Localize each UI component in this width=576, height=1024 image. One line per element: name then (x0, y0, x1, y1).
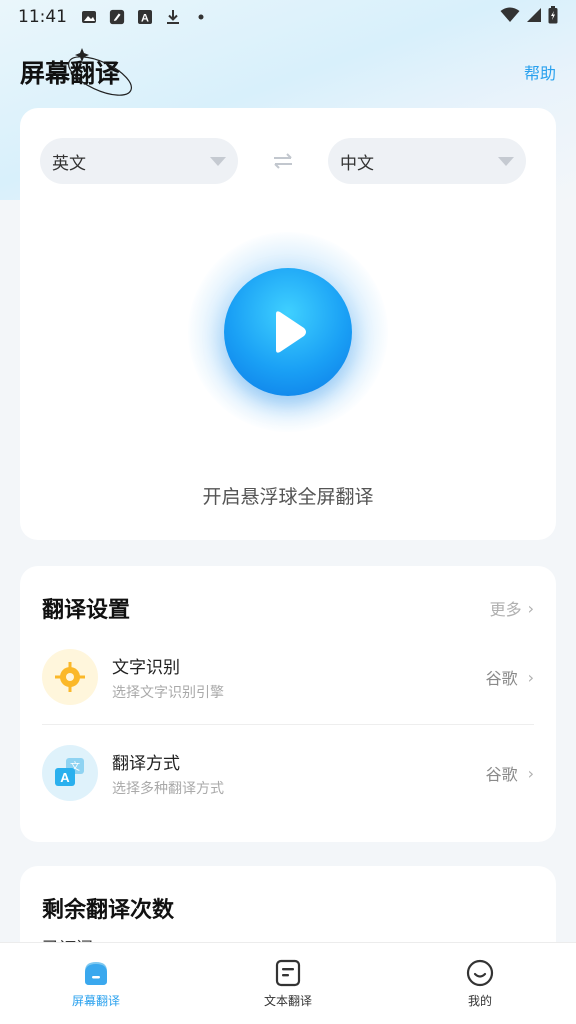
page-title: 屏幕翻译 (20, 48, 132, 96)
signal-icon (526, 7, 542, 27)
chevron-right-icon: › (527, 598, 534, 618)
status-time: 11:41 (18, 7, 67, 27)
setting-text-method: 翻译方式 选择多种翻译方式 (112, 749, 224, 798)
dot-icon (193, 9, 209, 25)
app-header: 屏幕翻译 帮助 (20, 48, 556, 96)
main-translate-card: 英文 中文 开启悬浮球全屏翻译 (20, 108, 556, 540)
edit-icon (109, 9, 125, 25)
setting-value-text: 谷歌 (485, 765, 518, 784)
play-button[interactable] (224, 268, 352, 396)
ocr-target-icon (42, 649, 98, 705)
main-caption: 开启悬浮球全屏翻译 (202, 486, 374, 508)
help-link[interactable]: 帮助 (524, 60, 556, 84)
nav-text-translate[interactable]: 文本翻译 (192, 943, 384, 1024)
more-link[interactable]: 更多 › (490, 596, 534, 620)
setting-subtitle: 选择文字识别引擎 (112, 684, 224, 701)
swap-languages-button[interactable] (238, 152, 328, 170)
setting-title: 文字识别 (112, 657, 180, 678)
translate-method-icon: 文 A (42, 745, 98, 801)
system-icons (500, 6, 558, 28)
setting-row-ocr[interactable]: 文字识别 选择文字识别引擎 谷歌 › (42, 646, 534, 708)
target-language-label: 中文 (340, 153, 374, 174)
title-orbit-decoration (68, 48, 132, 96)
bottom-navigation: 屏幕翻译 文本翻译 我的 (0, 942, 576, 1024)
source-language-select[interactable]: 英文 (40, 138, 238, 184)
setting-text-ocr: 文字识别 选择文字识别引擎 (112, 653, 224, 702)
chevron-right-icon: › (527, 763, 534, 783)
target-language-select[interactable]: 中文 (328, 138, 526, 184)
language-selector-row: 英文 中文 (40, 138, 526, 184)
source-language-label: 英文 (52, 153, 86, 174)
nav-label: 我的 (467, 994, 492, 1008)
svg-text:A: A (141, 13, 149, 25)
chevron-right-icon: › (527, 667, 534, 687)
remaining-title: 剩余翻译次数 (42, 898, 175, 923)
settings-header: 翻译设置 更多 › (42, 592, 534, 624)
setting-row-method[interactable]: 文 A 翻译方式 选择多种翻译方式 谷歌 › (42, 742, 534, 804)
download-icon (165, 9, 181, 25)
nav-label: 文本翻译 (263, 994, 312, 1008)
settings-title: 翻译设置 (42, 598, 131, 623)
battery-icon (548, 6, 558, 28)
setting-value-text: 谷歌 (485, 669, 518, 688)
translate-settings-card: 翻译设置 更多 › 文字识别 选择文字识别引擎 谷歌 › 文 A 翻译方式 选择… (20, 566, 556, 842)
caret-down-icon (498, 156, 514, 166)
setting-value: 谷歌 › (486, 761, 534, 785)
divider (42, 724, 534, 725)
home-screen-icon (85, 962, 107, 985)
svg-text:A: A (60, 770, 70, 785)
document-icon (275, 959, 301, 987)
swap-icon (274, 153, 292, 169)
nav-label: 屏幕翻译 (71, 994, 120, 1008)
nav-profile[interactable]: 我的 (384, 943, 576, 1024)
image-icon (81, 9, 97, 25)
setting-title: 翻译方式 (112, 753, 180, 774)
wifi-icon (500, 7, 520, 27)
more-label: 更多 (489, 600, 522, 619)
setting-value: 谷歌 › (486, 665, 534, 689)
caret-down-icon (210, 156, 226, 166)
status-bar: 11:41 A (0, 0, 576, 34)
floating-ball-toggle (188, 232, 388, 432)
smile-face-icon (466, 959, 494, 987)
setting-subtitle: 选择多种翻译方式 (112, 780, 224, 797)
notification-icons: A (81, 9, 209, 25)
font-a-icon: A (137, 9, 153, 25)
nav-screen-translate[interactable]: 屏幕翻译 (0, 943, 192, 1024)
play-icon (276, 311, 306, 353)
